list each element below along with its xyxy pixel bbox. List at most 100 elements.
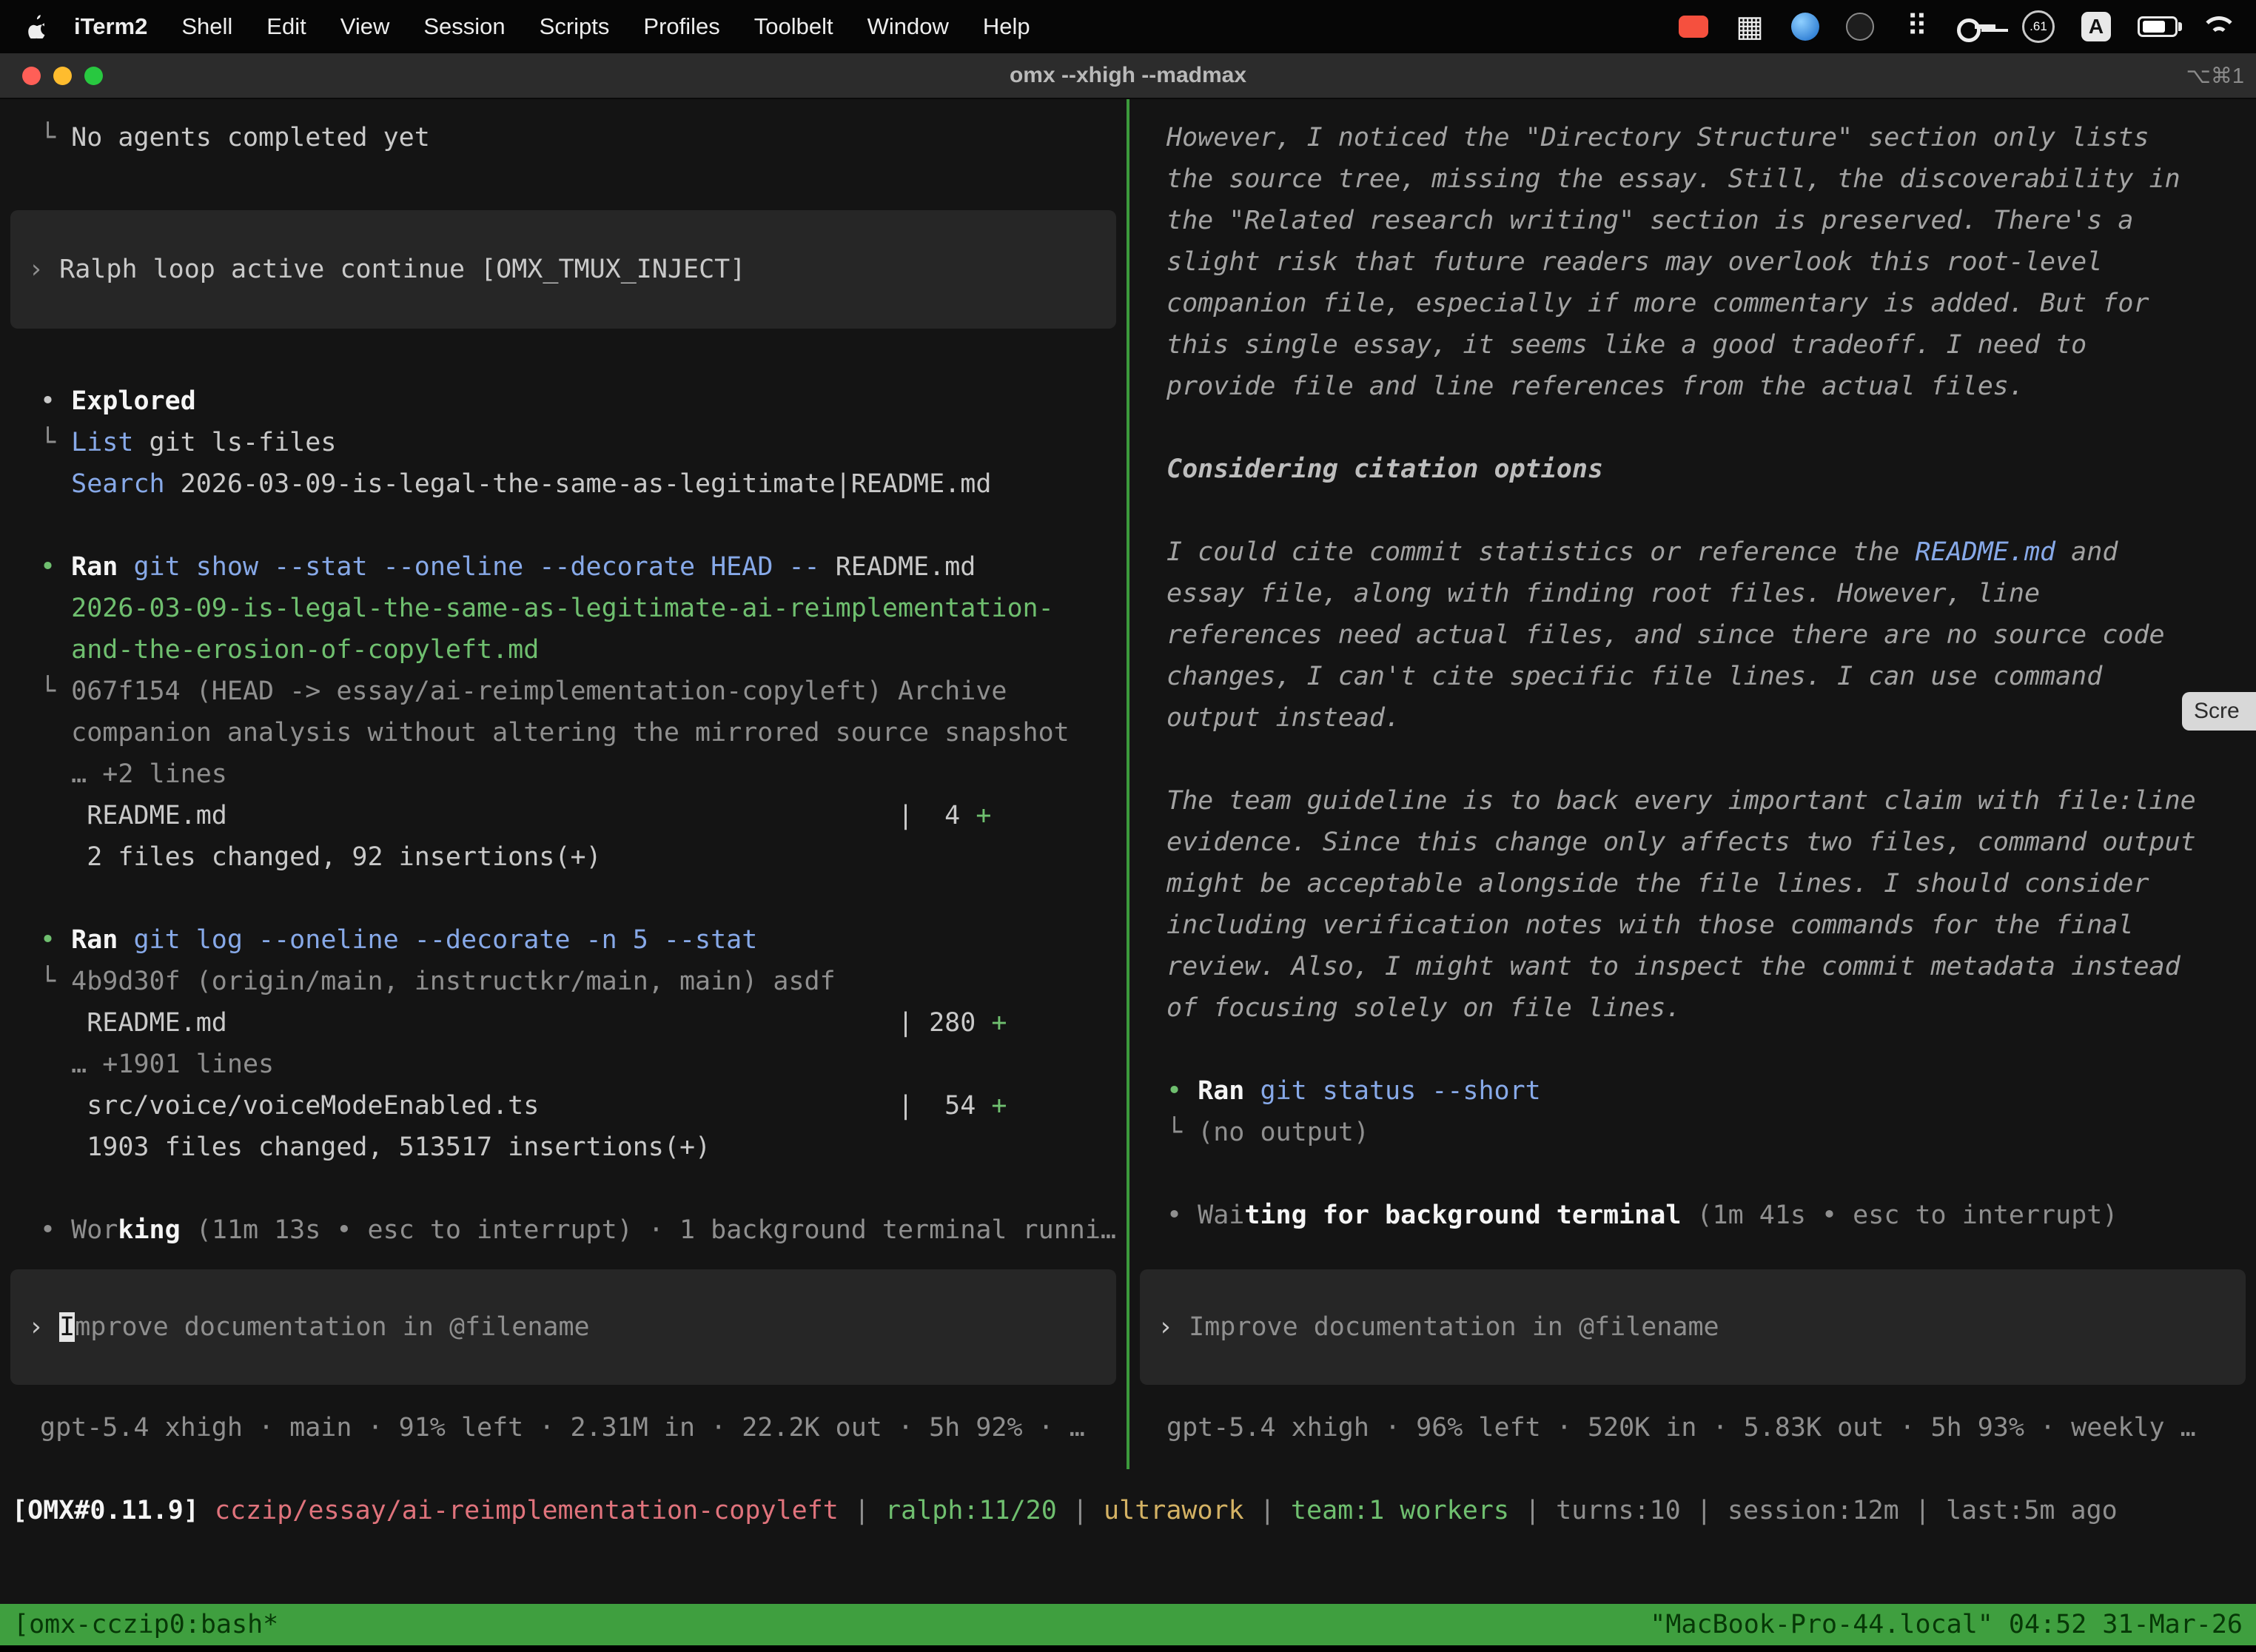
blank-line bbox=[1129, 490, 2256, 531]
app-switcher-icon[interactable]: ⠿ bbox=[1901, 10, 1930, 44]
menu-item-view[interactable]: View bbox=[323, 13, 407, 40]
terminal-window: └ No agents completed yet › Ralph loop ac… bbox=[0, 99, 2256, 1652]
terminal-line: the "Related research writing" section i… bbox=[1129, 200, 2256, 241]
blank-line bbox=[0, 1168, 1127, 1209]
terminal-line: README.md | 280 + bbox=[0, 1002, 1127, 1044]
terminal-line: README.md | 4 + bbox=[0, 795, 1127, 836]
right-pane-output: However, I noticed the "Directory Struct… bbox=[1129, 117, 2256, 1269]
left-pane-output: └ No agents completed yet › Ralph loop ac… bbox=[0, 117, 1127, 1269]
left-prompt-input[interactable]: › Improve documentation in @filename bbox=[10, 1269, 1116, 1385]
terminal-line: • Ran git status --short bbox=[1129, 1070, 2256, 1112]
blue-app-icon[interactable] bbox=[1791, 13, 1819, 41]
right-pane[interactable]: However, I noticed the "Directory Struct… bbox=[1129, 99, 2256, 1469]
blank-line bbox=[1129, 1153, 2256, 1195]
terminal-line: the source tree, missing the essay. Stil… bbox=[1129, 158, 2256, 200]
right-prompt-input[interactable]: › Improve documentation in @filename bbox=[1140, 1269, 2246, 1385]
terminal-line: 2026-03-09-is-legal-the-same-as-legitima… bbox=[0, 588, 1127, 629]
window-title: omx --xhigh --madmax bbox=[0, 63, 2256, 88]
input-source-icon[interactable]: A bbox=[2081, 12, 2111, 41]
terminal-line: └ 067f154 (HEAD -> essay/ai-reimplementa… bbox=[0, 671, 1127, 712]
terminal-line: 2 files changed, 92 insertions(+) bbox=[0, 836, 1127, 878]
window-title-bar[interactable]: omx --xhigh --madmax ⌥⌘1 bbox=[0, 53, 2256, 99]
tmux-host-clock-label: "MacBook-Pro-44.local" 04:52 31-Mar-26 bbox=[1650, 1610, 2243, 1639]
terminal-line: provide file and line references from th… bbox=[1129, 366, 2256, 407]
terminal-line: • Working (11m 13s • esc to interrupt) ·… bbox=[0, 1209, 1127, 1251]
menu-item-app-name[interactable]: iTerm2 bbox=[57, 13, 164, 40]
menu-item-shell[interactable]: Shell bbox=[164, 13, 249, 40]
zoom-window-button[interactable] bbox=[84, 67, 103, 85]
terminal-line: of focusing solely on file lines. bbox=[1129, 987, 2256, 1029]
terminal-line: └ (no output) bbox=[1129, 1112, 2256, 1153]
menu-bar: iTerm2 ShellEditViewSessionScriptsProfil… bbox=[0, 0, 2256, 53]
terminal-line: 1903 files changed, 513517 insertions(+) bbox=[0, 1126, 1127, 1168]
key-icon[interactable] bbox=[1957, 19, 1995, 35]
menu-bar-status-icons: ▦ ⠿ .61 A bbox=[1679, 10, 2237, 44]
terminal-line: including verification notes with those … bbox=[1129, 904, 2256, 946]
menu-item-profiles[interactable]: Profiles bbox=[626, 13, 736, 40]
menu-item-scripts[interactable]: Scripts bbox=[523, 13, 627, 40]
terminal-line: … +1901 lines bbox=[0, 1044, 1127, 1085]
screen-share-tooltip[interactable]: Scre bbox=[2182, 692, 2256, 731]
bottom-strip bbox=[0, 1645, 2256, 1652]
terminal-line: Considering citation options bbox=[1129, 449, 2256, 490]
terminal-line: companion file, especially if more comme… bbox=[1129, 283, 2256, 324]
left-status-line: gpt-5.4 xhigh · main · 91% left · 2.31M … bbox=[0, 1407, 1127, 1469]
terminal-line: changes, I can't cite specific file line… bbox=[1129, 656, 2256, 697]
screen-recording-indicator-icon[interactable] bbox=[1679, 16, 1708, 38]
terminal-line: └ List git ls-files bbox=[0, 422, 1127, 463]
terminal-line: src/voice/voiceModeEnabled.ts | 54 + bbox=[0, 1085, 1127, 1126]
terminal-line: • Waiting for background terminal (1m 41… bbox=[1129, 1195, 2256, 1236]
menu-item-session[interactable]: Session bbox=[406, 13, 522, 40]
screen: iTerm2 ShellEditViewSessionScriptsProfil… bbox=[0, 0, 2256, 1652]
apple-menu-icon[interactable] bbox=[27, 15, 47, 38]
terminal-line: output instead. bbox=[1129, 697, 2256, 739]
terminal-line: this single essay, it seems like a good … bbox=[1129, 324, 2256, 366]
injected-prompt-box: › Ralph loop active continue [OMX_TMUX_I… bbox=[10, 210, 1116, 329]
menu-item-edit[interactable]: Edit bbox=[249, 13, 323, 40]
left-prompt-text: › Improve documentation in @filename bbox=[10, 1306, 1116, 1348]
terminal-line: essay file, along with finding root file… bbox=[1129, 573, 2256, 614]
terminal-line: Search 2026-03-09-is-legal-the-same-as-l… bbox=[0, 463, 1127, 505]
terminal-line: slight risk that future readers may over… bbox=[1129, 241, 2256, 283]
terminal-line: └ 4b9d30f (origin/main, instructkr/main,… bbox=[0, 961, 1127, 1002]
left-pane[interactable]: └ No agents completed yet › Ralph loop ac… bbox=[0, 99, 1127, 1469]
terminal-line: └ No agents completed yet bbox=[0, 117, 1127, 158]
right-status-text: gpt-5.4 xhigh · 96% left · 520K in · 5.8… bbox=[1166, 1413, 2196, 1443]
terminal-line: • Explored bbox=[0, 380, 1127, 422]
blank-line bbox=[1129, 1029, 2256, 1070]
minimize-window-button[interactable] bbox=[53, 67, 72, 85]
blank-line bbox=[1129, 739, 2256, 780]
wifi-icon[interactable] bbox=[2204, 15, 2234, 38]
blank-line bbox=[0, 505, 1127, 546]
close-window-button[interactable] bbox=[22, 67, 41, 85]
terminal-line: references need actual files, and since … bbox=[1129, 614, 2256, 656]
bottom-gap bbox=[0, 1552, 2256, 1604]
terminal-line: companion analysis without altering the … bbox=[0, 712, 1127, 753]
dark-app-icon[interactable] bbox=[1846, 13, 1874, 41]
terminal-line: • Ran git show --stat --oneline --decora… bbox=[0, 546, 1127, 588]
window-manager-icon[interactable]: ▦ bbox=[1735, 10, 1765, 44]
window-shortcut-badge: ⌥⌘1 bbox=[2186, 63, 2256, 89]
terminal-line: However, I noticed the "Directory Struct… bbox=[1129, 117, 2256, 158]
tmux-status-bar: [omx-cczip0:bash* "MacBook-Pro-44.local"… bbox=[0, 1604, 2256, 1645]
terminal-line: might be acceptable alongside the file l… bbox=[1129, 863, 2256, 904]
omx-status-bar: [OMX#0.11.9] cczip/essay/ai-reimplementa… bbox=[0, 1469, 2256, 1552]
battery-icon[interactable] bbox=[2138, 16, 2178, 37]
tmux-session-label: [omx-cczip0:bash* bbox=[13, 1610, 278, 1639]
battery-gauge-icon[interactable]: .61 bbox=[2022, 10, 2055, 43]
blank-line bbox=[1129, 407, 2256, 449]
terminal-line: I could cite commit statistics or refere… bbox=[1129, 531, 2256, 573]
menu-item-window[interactable]: Window bbox=[850, 13, 966, 40]
terminal-line: and-the-erosion-of-copyleft.md bbox=[0, 629, 1127, 671]
terminal-line: review. Also, I might want to inspect th… bbox=[1129, 946, 2256, 987]
terminal-line: evidence. Since this change only affects… bbox=[1129, 822, 2256, 863]
left-status-text: gpt-5.4 xhigh · main · 91% left · 2.31M … bbox=[40, 1413, 1085, 1443]
menu-item-toolbelt[interactable]: Toolbelt bbox=[737, 13, 850, 40]
blank-line bbox=[0, 339, 1127, 380]
terminal-line: … +2 lines bbox=[0, 753, 1127, 795]
tmux-panes: └ No agents completed yet › Ralph loop ac… bbox=[0, 99, 2256, 1469]
blank-line bbox=[0, 878, 1127, 919]
blank-line bbox=[0, 158, 1127, 200]
right-prompt-text: › Improve documentation in @filename bbox=[1140, 1306, 2246, 1348]
menu-item-help[interactable]: Help bbox=[966, 13, 1047, 40]
